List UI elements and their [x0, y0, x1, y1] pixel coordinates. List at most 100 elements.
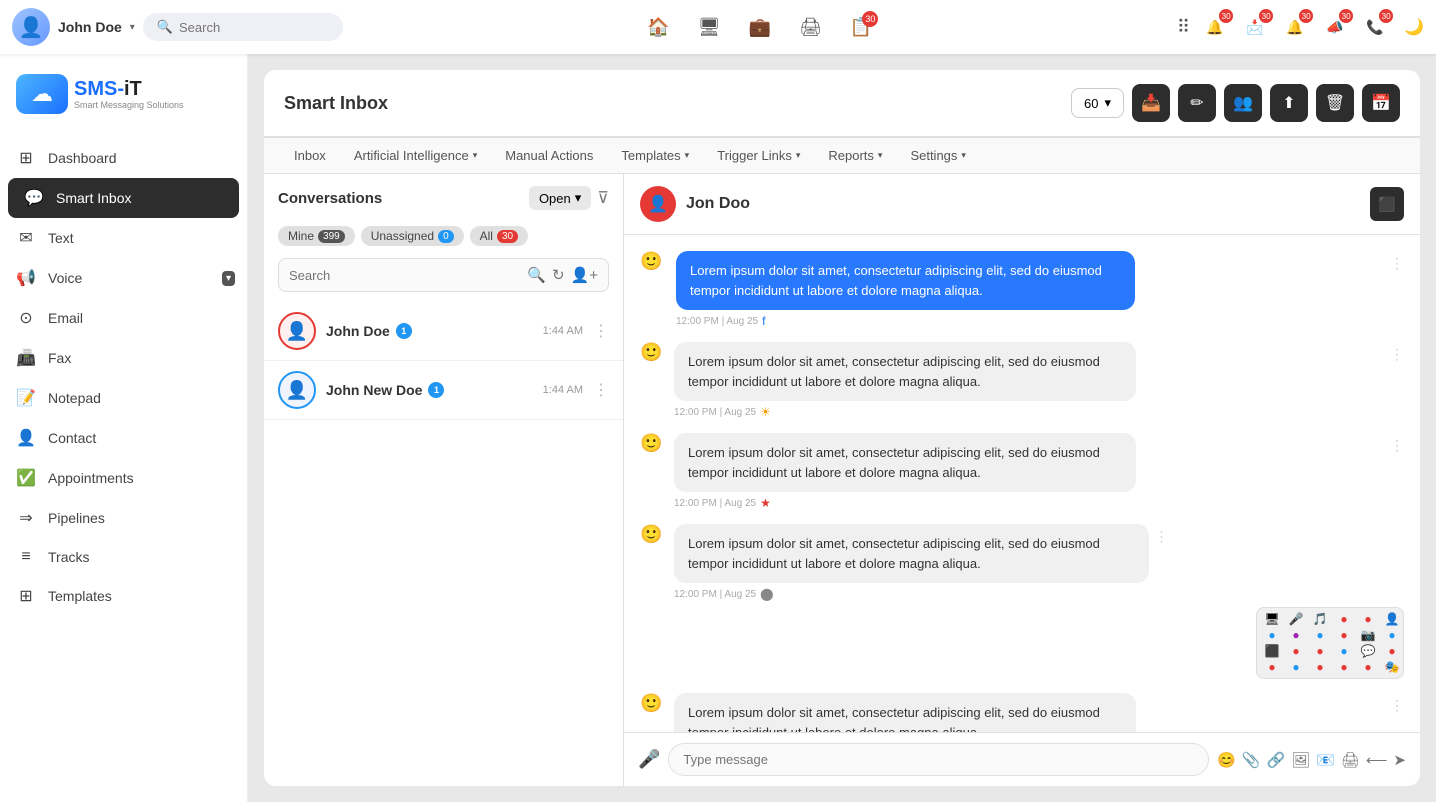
- emoji-16[interactable]: ●: [1333, 644, 1355, 658]
- users-action-btn[interactable]: 👥: [1224, 84, 1262, 122]
- nav-home-btn[interactable]: 🏠: [647, 17, 669, 38]
- emoji-17[interactable]: 💬: [1357, 644, 1379, 658]
- link-btn[interactable]: 🔗: [1266, 751, 1285, 769]
- delete-action-btn[interactable]: 🗑: [1316, 84, 1354, 122]
- emoji-18[interactable]: ●: [1381, 644, 1403, 658]
- status-selector[interactable]: Open ▾: [529, 186, 591, 210]
- conversations-search-bar[interactable]: 🔍 ↻ 👤+: [278, 258, 609, 292]
- calendar-action-btn[interactable]: 📅: [1362, 84, 1400, 122]
- conversation-item-john-new-doe[interactable]: 👤 John New Doe 1 1:44 AM ⋮: [264, 361, 623, 420]
- filter-all[interactable]: All 30: [470, 226, 528, 246]
- emoji-24[interactable]: 🎭: [1381, 660, 1403, 674]
- conversations-search-input[interactable]: [289, 268, 521, 283]
- emoji-10[interactable]: ●: [1333, 628, 1355, 642]
- emoji-3[interactable]: 🎵: [1309, 612, 1331, 626]
- filter-btn[interactable]: ⊽: [597, 188, 609, 208]
- emoji-6[interactable]: 👤: [1381, 612, 1403, 626]
- edit-action-btn[interactable]: ✏: [1178, 84, 1216, 122]
- nav-monitor-btn[interactable]: 🖥: [698, 17, 721, 38]
- dark-mode-toggle[interactable]: 🌙: [1404, 17, 1424, 37]
- tab-reports[interactable]: Reports ▾: [814, 138, 896, 173]
- tab-settings[interactable]: Settings ▾: [896, 138, 980, 173]
- emoji-4[interactable]: ●: [1333, 612, 1355, 626]
- filter-unassigned[interactable]: Unassigned 0: [361, 226, 464, 246]
- emoji-15[interactable]: ●: [1309, 644, 1331, 658]
- tab-reports-label: Reports: [828, 148, 874, 163]
- sidebar-item-voice[interactable]: 📢 Voice ▾: [0, 258, 247, 298]
- mic-btn[interactable]: 🎤: [638, 749, 660, 770]
- emoji-5[interactable]: ●: [1357, 612, 1379, 626]
- nav-briefcase-btn[interactable]: 💼: [749, 17, 771, 38]
- media-btn[interactable]: 📧: [1316, 751, 1335, 769]
- notifications-btn[interactable]: 🔔 30: [1200, 12, 1230, 42]
- image-btn[interactable]: 🖼: [1291, 751, 1310, 769]
- emoji-14[interactable]: ●: [1285, 644, 1307, 658]
- emoji-11[interactable]: 📷: [1357, 628, 1379, 642]
- sidebar-item-contact[interactable]: 👤 Contact: [0, 418, 247, 458]
- sidebar-item-smart-inbox[interactable]: 💬 Smart Inbox: [8, 178, 239, 218]
- sidebar-item-tracks[interactable]: ≡ Tracks: [0, 538, 247, 576]
- sidebar-item-dashboard[interactable]: ⊞ Dashboard: [0, 138, 247, 178]
- sidebar-item-email[interactable]: ⊙ Email: [0, 298, 247, 338]
- messages-btn[interactable]: 📩 30: [1240, 12, 1270, 42]
- message-more-4[interactable]: ⋮: [1155, 528, 1169, 545]
- conversation-item-john-doe[interactable]: 👤 John Doe 1 1:44 AM ⋮: [264, 302, 623, 361]
- sidebar-item-notepad[interactable]: 📝 Notepad: [0, 378, 247, 418]
- voice-expand-arrow[interactable]: ▾: [222, 271, 235, 286]
- emoji-20[interactable]: ●: [1285, 660, 1307, 674]
- tab-trigger-links[interactable]: Trigger Links ▾: [703, 138, 814, 173]
- alerts-btn[interactable]: 🔔 30: [1280, 12, 1310, 42]
- share-btn[interactable]: ⟵: [1366, 751, 1388, 769]
- global-search-bar[interactable]: 🔍: [143, 13, 343, 41]
- search-submit-icon[interactable]: 🔍: [527, 266, 546, 284]
- user-dropdown-arrow[interactable]: ▾: [130, 22, 135, 33]
- message-input[interactable]: [668, 743, 1209, 776]
- upload-action-btn[interactable]: ⬆: [1270, 84, 1308, 122]
- count-selector[interactable]: 60 ▾: [1071, 88, 1124, 118]
- sidebar-item-fax[interactable]: 📠 Fax: [0, 338, 247, 378]
- input-toolbar: 😊 📎 🔗 🖼 📧 🖨 ⟵ ➤: [1217, 751, 1406, 769]
- tab-ai[interactable]: Artificial Intelligence ▾: [340, 138, 491, 173]
- emoji-9[interactable]: ●: [1309, 628, 1331, 642]
- emoji-1[interactable]: 🖥: [1261, 612, 1283, 626]
- grid-icon[interactable]: ⠿: [1177, 17, 1190, 38]
- emoji-13[interactable]: ⬛: [1261, 644, 1283, 658]
- filter-mine[interactable]: Mine 399: [278, 226, 355, 246]
- phone-btn[interactable]: 📞 30: [1360, 12, 1390, 42]
- user-avatar[interactable]: 👤: [12, 8, 50, 46]
- nav-print-btn[interactable]: 🖨: [799, 17, 822, 38]
- megaphone-btn[interactable]: 📣 30: [1320, 12, 1350, 42]
- emoji-8[interactable]: ●: [1285, 628, 1307, 642]
- sidebar-item-pipelines[interactable]: ⇒ Pipelines: [0, 498, 247, 538]
- inbox-action-btn[interactable]: 📥: [1132, 84, 1170, 122]
- sidebar-item-text[interactable]: ✉ Text: [0, 218, 247, 258]
- attach-btn[interactable]: 📎: [1242, 751, 1261, 769]
- search-input[interactable]: [179, 20, 329, 35]
- refresh-icon[interactable]: ↻: [552, 266, 565, 284]
- send-btn[interactable]: ➤: [1393, 751, 1406, 769]
- print-btn[interactable]: 🖨: [1341, 751, 1360, 769]
- message-more-2[interactable]: ⋮: [1390, 346, 1404, 363]
- message-more-1[interactable]: ⋮: [1390, 255, 1404, 272]
- emoji-7[interactable]: ●: [1261, 628, 1283, 642]
- emoji-21[interactable]: ●: [1309, 660, 1331, 674]
- emoji-picker-btn[interactable]: 😊: [1217, 751, 1236, 769]
- message-more-5[interactable]: ⋮: [1390, 697, 1404, 714]
- add-contact-icon[interactable]: 👤+: [571, 266, 598, 284]
- tab-inbox[interactable]: Inbox: [280, 138, 340, 173]
- conv-more-john-doe[interactable]: ⋮: [593, 321, 609, 341]
- sidebar-item-templates[interactable]: ⊞ Templates: [0, 576, 247, 616]
- emoji-2[interactable]: 🎤: [1285, 612, 1307, 626]
- emoji-19[interactable]: ●: [1261, 660, 1283, 674]
- tab-templates[interactable]: Templates ▾: [607, 138, 703, 173]
- sidebar-item-appointments[interactable]: ✅ Appointments: [0, 458, 247, 498]
- chat-action-square[interactable]: ⬛: [1370, 187, 1404, 221]
- nav-list-btn[interactable]: 📋 30: [850, 17, 872, 38]
- conv-more-john-new-doe[interactable]: ⋮: [593, 380, 609, 400]
- message-more-3[interactable]: ⋮: [1390, 437, 1404, 454]
- emoji-22[interactable]: ●: [1333, 660, 1355, 674]
- tab-manual[interactable]: Manual Actions: [491, 138, 607, 173]
- emoji-23[interactable]: ●: [1357, 660, 1379, 674]
- message-meta-3: 12:00 PM | Aug 25 ★: [674, 496, 1384, 510]
- emoji-12[interactable]: ●: [1381, 628, 1403, 642]
